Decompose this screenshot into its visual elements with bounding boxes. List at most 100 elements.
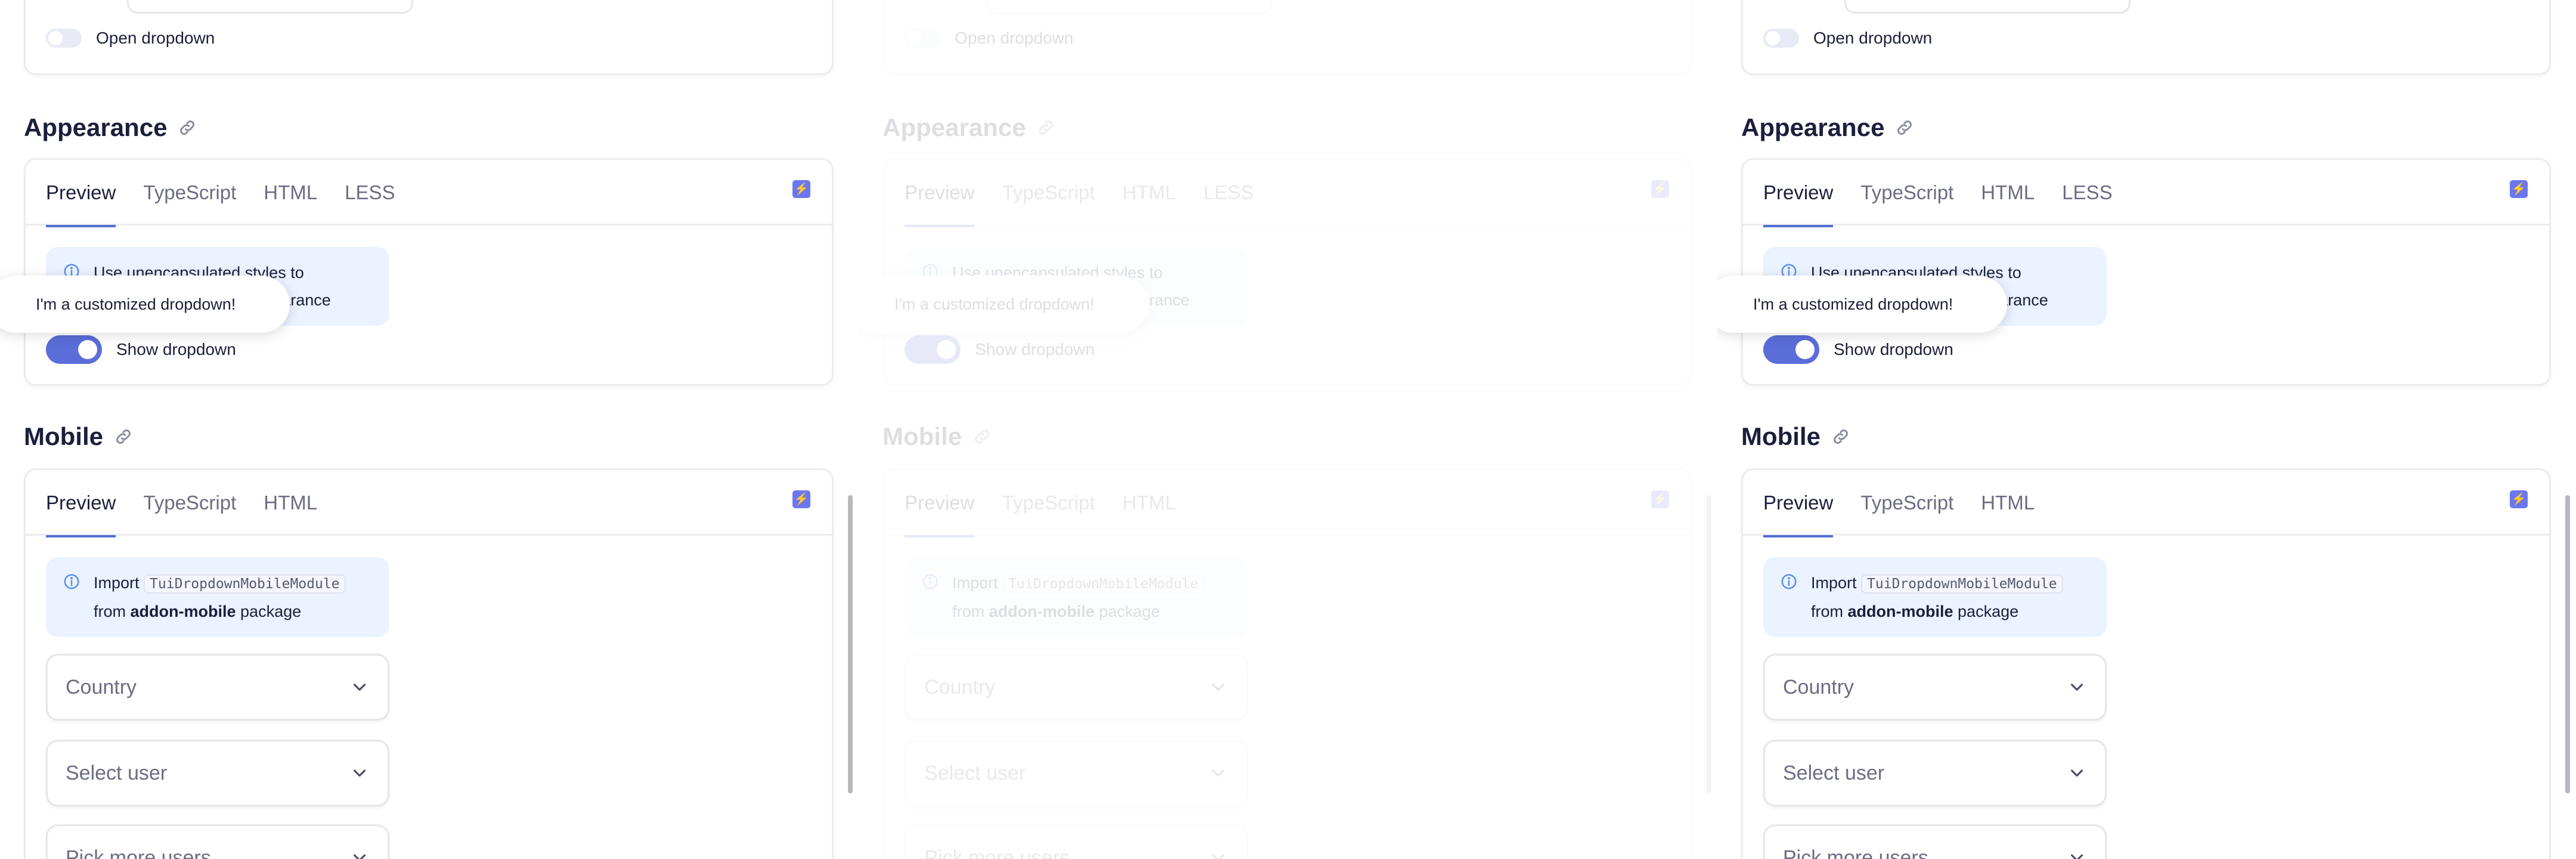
appearance-example-card: Preview TypeScript HTML LESS ⚡ Use unenc… bbox=[883, 158, 1692, 386]
chevron-down-icon bbox=[353, 770, 366, 777]
top-input-remainder[interactable] bbox=[1844, 0, 2131, 14]
open-dropdown-row: Open dropdown bbox=[1763, 29, 1932, 48]
select-user-label: Select user bbox=[924, 761, 1026, 784]
mobile-heading: Mobile bbox=[24, 422, 133, 451]
select-user-label: Select user bbox=[66, 761, 168, 784]
tab-preview[interactable]: Preview bbox=[46, 470, 116, 537]
link-icon[interactable] bbox=[1831, 427, 1850, 446]
notice-from: from bbox=[94, 602, 126, 620]
tab-typescript[interactable]: TypeScript bbox=[1860, 470, 1953, 536]
country-select[interactable]: Country bbox=[905, 654, 1248, 721]
chevron-down-icon bbox=[2070, 684, 2083, 691]
mobile-title: Mobile bbox=[24, 422, 103, 450]
notice-package-suffix: package bbox=[1099, 602, 1160, 620]
link-icon[interactable] bbox=[1895, 118, 1914, 137]
stackblitz-icon[interactable]: ⚡ bbox=[1651, 180, 1669, 198]
mobile-notice: Import TuiDropdownMobileModule from addo… bbox=[46, 557, 389, 637]
tab-html[interactable]: HTML bbox=[264, 160, 317, 225]
open-dropdown-toggle[interactable] bbox=[905, 29, 940, 48]
notice-module-code: TuiDropdownMobileModule bbox=[1861, 574, 2063, 594]
link-icon[interactable] bbox=[1036, 118, 1055, 137]
tab-preview[interactable]: Preview bbox=[46, 160, 116, 227]
stackblitz-icon[interactable]: ⚡ bbox=[2510, 180, 2528, 198]
show-dropdown-row: Show dropdown bbox=[46, 335, 236, 364]
tab-preview[interactable]: Preview bbox=[1763, 470, 1834, 537]
mobile-heading: Mobile bbox=[883, 422, 992, 451]
tab-less[interactable]: LESS bbox=[345, 160, 395, 225]
tab-typescript[interactable]: TypeScript bbox=[143, 160, 236, 225]
link-icon[interactable] bbox=[114, 427, 133, 446]
show-dropdown-toggle[interactable] bbox=[905, 335, 961, 364]
notice-package-suffix: package bbox=[1958, 602, 2019, 620]
mobile-example-card: Preview TypeScript HTML ⚡ Import TuiDrop… bbox=[883, 468, 1692, 859]
customized-dropdown: I'm a customized dropdown! bbox=[859, 276, 1148, 333]
select-user[interactable]: Select user bbox=[46, 740, 389, 807]
appearance-title: Appearance bbox=[883, 113, 1026, 141]
scrollbar[interactable] bbox=[2565, 495, 2570, 793]
scrollbar[interactable] bbox=[848, 495, 853, 793]
pick-more-users-select[interactable]: Pick more users bbox=[1763, 824, 2107, 859]
tab-typescript[interactable]: TypeScript bbox=[1002, 160, 1095, 225]
country-select-label: Country bbox=[1783, 675, 1854, 699]
country-select-label: Country bbox=[924, 675, 996, 699]
tab-preview[interactable]: Preview bbox=[905, 160, 975, 227]
stackblitz-icon[interactable]: ⚡ bbox=[1651, 490, 1669, 508]
mobile-heading: Mobile bbox=[1741, 422, 1850, 451]
open-dropdown-label: Open dropdown bbox=[1813, 29, 1933, 47]
tab-html[interactable]: HTML bbox=[1122, 470, 1176, 536]
appearance-title: Appearance bbox=[1741, 113, 1885, 141]
stackblitz-icon[interactable]: ⚡ bbox=[792, 180, 810, 198]
tab-html[interactable]: HTML bbox=[1122, 160, 1176, 225]
show-dropdown-toggle[interactable] bbox=[1763, 335, 1819, 364]
tab-typescript[interactable]: TypeScript bbox=[1002, 470, 1095, 536]
show-dropdown-row: Show dropdown bbox=[905, 335, 1095, 364]
pick-more-users-label: Pick more users bbox=[66, 846, 211, 859]
top-input-remainder[interactable] bbox=[986, 0, 1272, 14]
country-select[interactable]: Country bbox=[1763, 654, 2107, 721]
tab-html[interactable]: HTML bbox=[1981, 160, 2035, 225]
pick-more-users-select[interactable]: Pick more users bbox=[905, 824, 1248, 859]
notice-module-code: TuiDropdownMobileModule bbox=[1002, 574, 1205, 594]
customized-dropdown: I'm a customized dropdown! bbox=[1717, 276, 2007, 333]
mobile-example-card: Preview TypeScript HTML ⚡ Import TuiDrop… bbox=[1741, 468, 2551, 859]
notice-import: Import bbox=[1811, 574, 1857, 592]
link-icon[interactable] bbox=[178, 118, 197, 137]
top-example-card: Open dropdown bbox=[24, 0, 834, 75]
mobile-title: Mobile bbox=[1741, 422, 1820, 450]
pick-more-users-select[interactable]: Pick more users bbox=[46, 824, 389, 859]
scrollbar[interactable] bbox=[1707, 495, 1711, 793]
appearance-tabs: Preview TypeScript HTML LESS bbox=[1743, 160, 2549, 227]
chevron-down-icon bbox=[2070, 770, 2083, 777]
customized-dropdown-text: I'm a customized dropdown! bbox=[1753, 295, 1953, 313]
open-dropdown-toggle[interactable] bbox=[46, 29, 82, 48]
open-dropdown-row: Open dropdown bbox=[46, 29, 215, 48]
open-dropdown-label: Open dropdown bbox=[96, 29, 215, 47]
tab-html[interactable]: HTML bbox=[264, 470, 317, 536]
show-dropdown-toggle[interactable] bbox=[46, 335, 102, 364]
mobile-tabs: Preview TypeScript HTML bbox=[26, 470, 832, 537]
tab-html[interactable]: HTML bbox=[1981, 470, 2035, 536]
link-icon[interactable] bbox=[973, 427, 992, 446]
tab-preview[interactable]: Preview bbox=[905, 470, 975, 537]
country-select-label: Country bbox=[66, 675, 137, 699]
select-user[interactable]: Select user bbox=[905, 740, 1248, 807]
tab-less[interactable]: LESS bbox=[1203, 160, 1253, 225]
show-dropdown-row: Show dropdown bbox=[1763, 335, 1953, 364]
tab-preview[interactable]: Preview bbox=[1763, 160, 1834, 227]
stackblitz-icon[interactable]: ⚡ bbox=[2510, 490, 2528, 508]
mobile-example-card: Preview TypeScript HTML ⚡ Import TuiDrop… bbox=[24, 468, 834, 859]
open-dropdown-label: Open dropdown bbox=[955, 29, 1074, 47]
country-select[interactable]: Country bbox=[46, 654, 389, 721]
appearance-example-card: Preview TypeScript HTML LESS ⚡ Use unenc… bbox=[1741, 158, 2551, 386]
select-user[interactable]: Select user bbox=[1763, 740, 2107, 807]
tab-typescript[interactable]: TypeScript bbox=[143, 470, 236, 536]
open-dropdown-toggle[interactable] bbox=[1763, 29, 1799, 48]
top-input-remainder[interactable] bbox=[127, 0, 413, 14]
mobile-tabs: Preview TypeScript HTML bbox=[884, 470, 1690, 537]
tab-typescript[interactable]: TypeScript bbox=[1860, 160, 1953, 225]
top-example-card: Open dropdown bbox=[883, 0, 1692, 75]
stackblitz-icon[interactable]: ⚡ bbox=[792, 490, 810, 508]
show-dropdown-label: Show dropdown bbox=[1834, 340, 1953, 359]
tab-less[interactable]: LESS bbox=[2062, 160, 2112, 225]
notice-import: Import bbox=[94, 574, 140, 592]
